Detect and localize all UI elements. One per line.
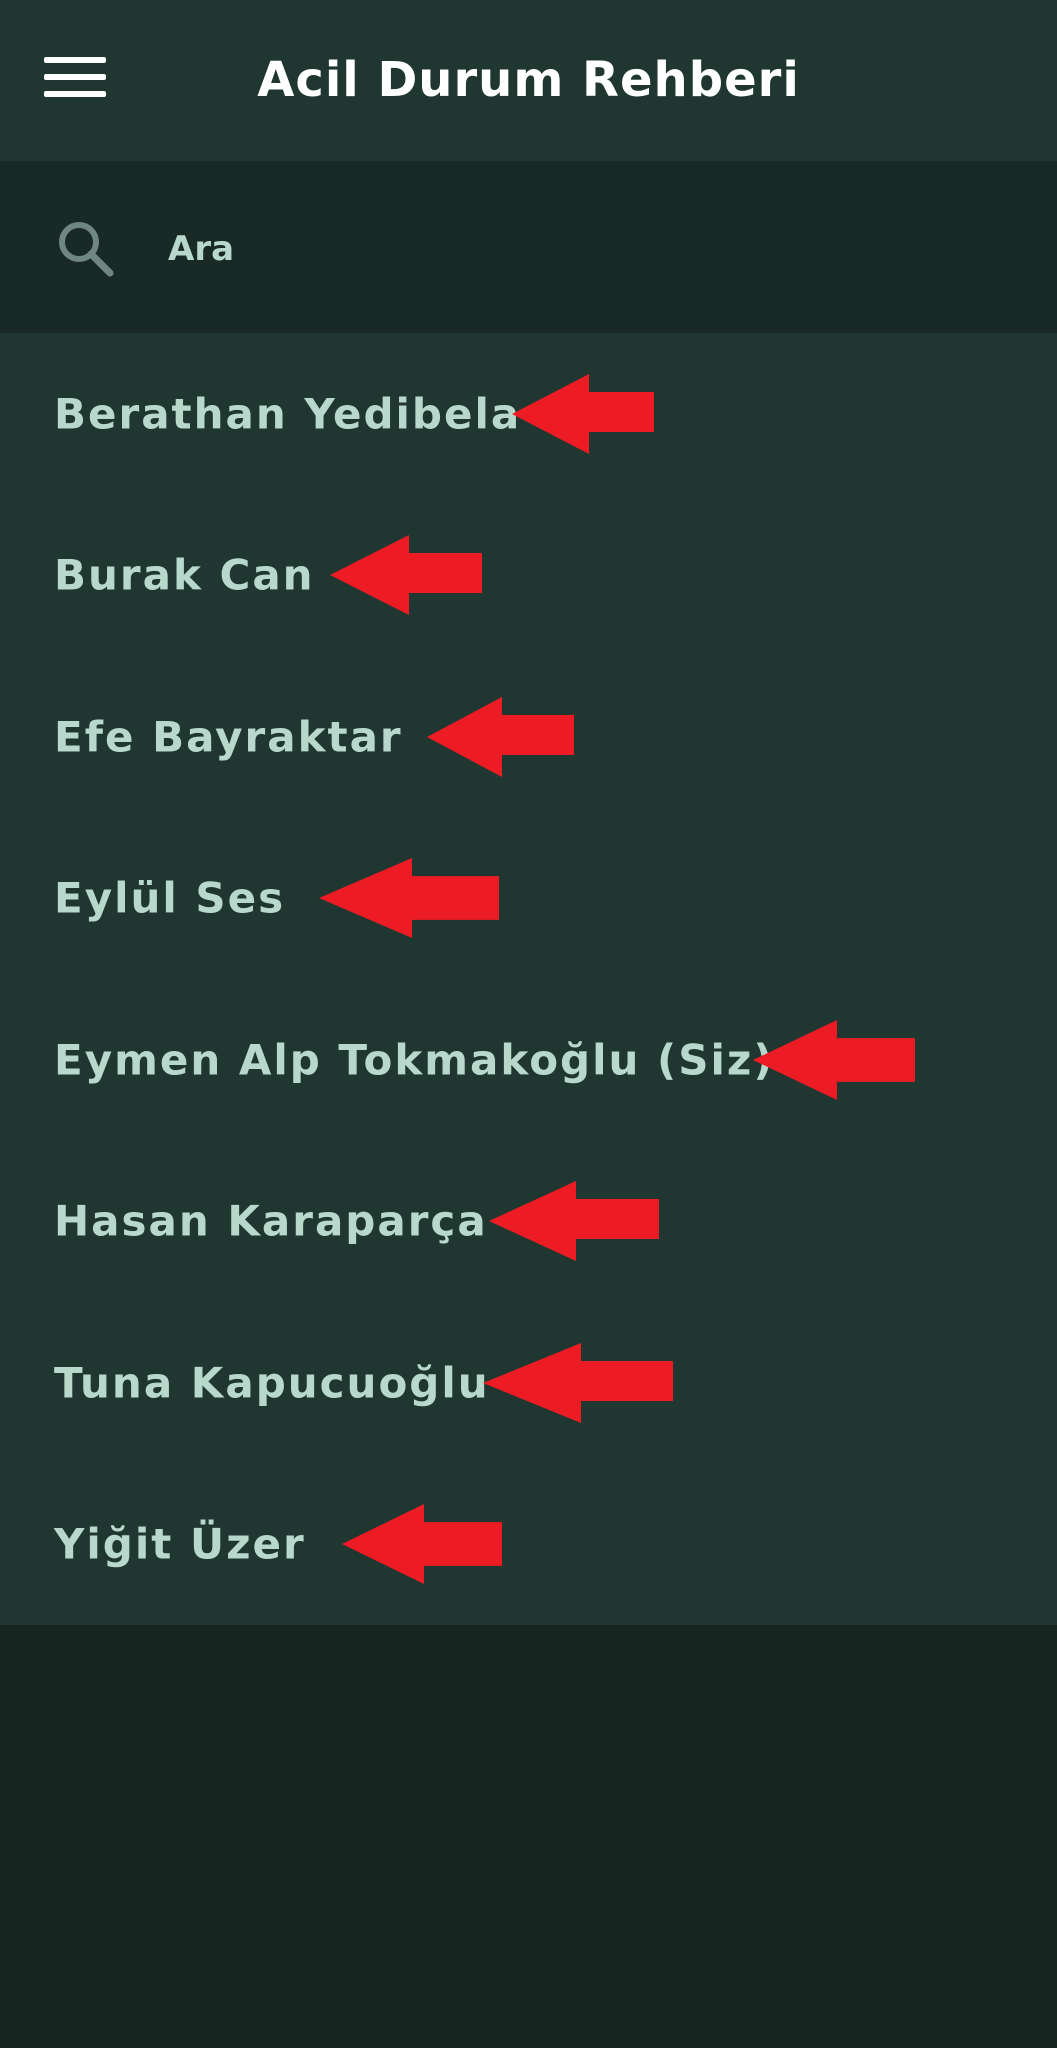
contact-item[interactable]: Berathan Yedibela [0,333,1057,495]
hamburger-menu-icon[interactable] [44,55,108,101]
search-icon[interactable] [54,217,118,281]
red-arrow-left-icon [483,1342,673,1423]
contact-item[interactable]: Tuna Kapucuoğlu [0,1302,1057,1464]
page-title: Acil Durum Rehberi [257,52,800,108]
contact-item[interactable]: Hasan Karaparça [0,1141,1057,1303]
red-arrow-left-icon [489,1181,659,1262]
app-screen: Acil Durum Rehberi Berathan Yedibela Bur… [0,0,1057,2048]
red-arrow-left-icon [512,373,654,454]
app-header: Acil Durum Rehberi [0,0,1057,161]
contact-item[interactable]: Eymen Alp Tokmakoğlu (Siz) [0,979,1057,1141]
contact-name: Eylül Ses [54,873,286,923]
red-arrow-left-icon [753,1019,915,1100]
search-bar [0,161,1057,333]
red-arrow-left-icon [330,535,482,616]
contact-item[interactable]: Eylül Ses [0,818,1057,980]
contact-name: Yiğit Üzer [54,1519,306,1569]
contact-name: Efe Bayraktar [54,712,403,762]
contact-name: Burak Can [54,550,315,600]
red-arrow-left-icon [342,1504,502,1585]
contact-name: Berathan Yedibela [54,389,522,439]
red-arrow-left-icon [427,696,574,777]
red-arrow-left-icon [319,858,499,939]
contact-name: Hasan Karaparça [54,1196,488,1246]
contact-item[interactable]: Burak Can [0,495,1057,657]
contact-name: Eymen Alp Tokmakoğlu (Siz) [54,1035,775,1085]
contact-item[interactable]: Yiğit Üzer [0,1464,1057,1626]
contact-item[interactable]: Efe Bayraktar [0,656,1057,818]
contact-list: Berathan Yedibela Burak Can Efe Bayrakta… [0,333,1057,1625]
contact-name: Tuna Kapucuoğlu [54,1358,490,1408]
search-input[interactable] [168,217,1008,281]
